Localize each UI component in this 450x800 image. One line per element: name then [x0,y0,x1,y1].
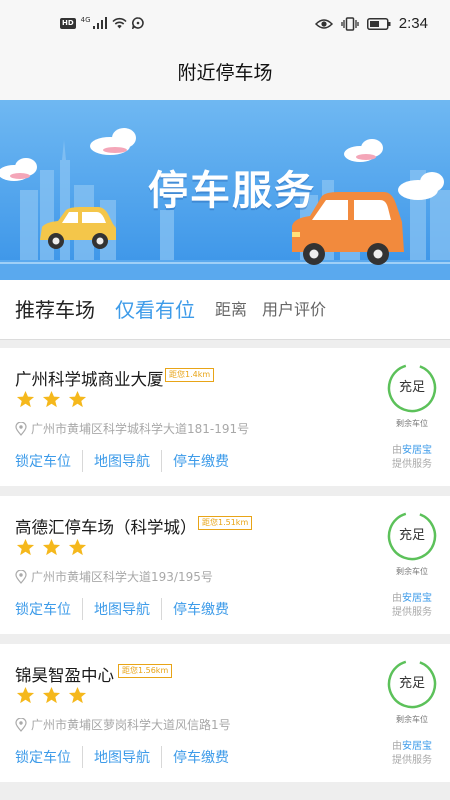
filter-recommended[interactable]: 推荐车场 [15,280,95,340]
star-icon [42,538,61,556]
star-icon [16,686,35,704]
eye-icon [314,18,333,29]
provider-brand[interactable]: 安居宝 [402,741,432,752]
location-pin-icon [15,421,27,436]
availability-ring: 充足 [386,658,438,710]
location-pin-icon [15,717,27,732]
lock-spot-button[interactable]: 锁定车位 [15,599,71,619]
distance-badge: 距您1.51km [198,516,253,530]
address-text: 广州市黄埔区萝岗科学大道风信路1号 [31,718,231,732]
provider-prefix: 由 [392,741,402,752]
remaining-label: 剩余车位 [396,567,428,576]
provider-brand[interactable]: 安居宝 [402,593,432,604]
provider-info: 由安居宝 提供服务 [386,444,438,472]
availability-status: 充足 [398,528,425,543]
divider [161,746,162,768]
lot-address: 广州市黄埔区科学城科学大道181-191号 [15,420,249,437]
status-left: HD 4G [60,16,144,29]
star-icon [16,390,35,408]
availability-status: 充足 [398,380,425,395]
filter-distance[interactable]: 距离 [215,280,247,340]
divider [82,450,83,472]
map-navigation-button[interactable]: 地图导航 [94,747,150,767]
rating-stars [16,686,87,705]
lot-name: 锦昊智盈中心 [15,666,114,685]
lot-address: 广州市黄埔区萝岗科学大道风信路1号 [15,716,231,733]
filter-available-only[interactable]: 仅看有位 [115,280,195,340]
divider [82,598,83,620]
address-text: 广州市黄埔区科学大道193/195号 [31,570,213,584]
banner-title: 停车服务 [148,168,316,214]
parking-lot-card[interactable]: 广州科学城商业大厦 距您1.4km 广州市黄埔区科学城科学大道181-191号 … [0,348,450,486]
divider [82,746,83,768]
pay-parking-button[interactable]: 停车缴费 [173,451,229,471]
parking-banner[interactable]: 停车服务 [0,100,450,280]
star-icon [42,686,61,704]
filter-user-rating[interactable]: 用户评价 [262,280,326,340]
availability-status: 充足 [398,676,425,691]
availability-ring: 充足 [386,510,438,562]
location-pin-icon [15,569,27,584]
message-icon [131,17,144,29]
map-navigation-button[interactable]: 地图导航 [94,599,150,619]
provider-info: 由安居宝 提供服务 [386,740,438,768]
card-actions: 锁定车位 地图导航 停车缴费 [15,450,229,472]
battery-icon [366,17,391,30]
map-navigation-button[interactable]: 地图导航 [94,451,150,471]
remaining-label: 剩余车位 [396,715,428,724]
lot-name: 广州科学城商业大厦 [15,370,164,389]
star-icon [42,390,61,408]
status-right: 2:34 [314,15,428,32]
provider-brand[interactable]: 安居宝 [402,445,432,456]
star-icon [68,686,87,704]
lot-address: 广州市黄埔区科学大道193/195号 [15,568,213,585]
distance-badge: 距您1.56km [118,664,173,678]
card-actions: 锁定车位 地图导航 停车缴费 [15,746,229,768]
availability-ring: 充足 [386,362,438,414]
provider-prefix: 由 [392,445,402,456]
rating-stars [16,538,87,557]
provider-prefix: 由 [392,593,402,604]
lock-spot-button[interactable]: 锁定车位 [15,451,71,471]
signal-icon [92,17,107,29]
wifi-icon [111,17,127,29]
vibrate-icon [341,16,359,31]
hd-badge: HD [60,17,76,29]
rating-stars [16,390,87,409]
lot-name: 高德汇停车场（科学城） [15,518,197,537]
title-bar: 附近停车场 [0,46,450,100]
page-title: 附近停车场 [177,62,273,84]
distance-badge: 距您1.4km [165,368,215,382]
address-text: 广州市黄埔区科学城科学大道181-191号 [31,422,250,436]
network-type: 4G [80,16,91,24]
pay-parking-button[interactable]: 停车缴费 [173,599,229,619]
filter-bar: 推荐车场 仅看有位 距离 用户评价 [0,280,450,340]
divider [161,598,162,620]
parking-lot-card[interactable]: 高德汇停车场（科学城） 距您1.51km 广州市黄埔区科学大道193/195号 … [0,496,450,634]
provider-suffix: 提供服务 [392,459,432,470]
provider-suffix: 提供服务 [392,607,432,618]
parking-lot-card[interactable]: 锦昊智盈中心 距您1.56km 广州市黄埔区萝岗科学大道风信路1号 锁定车位 地… [0,644,450,782]
status-bar: HD 4G 2:34 [0,0,450,46]
clock: 2:34 [398,15,428,32]
provider-info: 由安居宝 提供服务 [386,592,438,620]
card-actions: 锁定车位 地图导航 停车缴费 [15,598,229,620]
lock-spot-button[interactable]: 锁定车位 [15,747,71,767]
divider [161,450,162,472]
remaining-label: 剩余车位 [396,419,428,428]
star-icon [68,538,87,556]
star-icon [16,538,35,556]
pay-parking-button[interactable]: 停车缴费 [173,747,229,767]
provider-suffix: 提供服务 [392,755,432,766]
star-icon [68,390,87,408]
